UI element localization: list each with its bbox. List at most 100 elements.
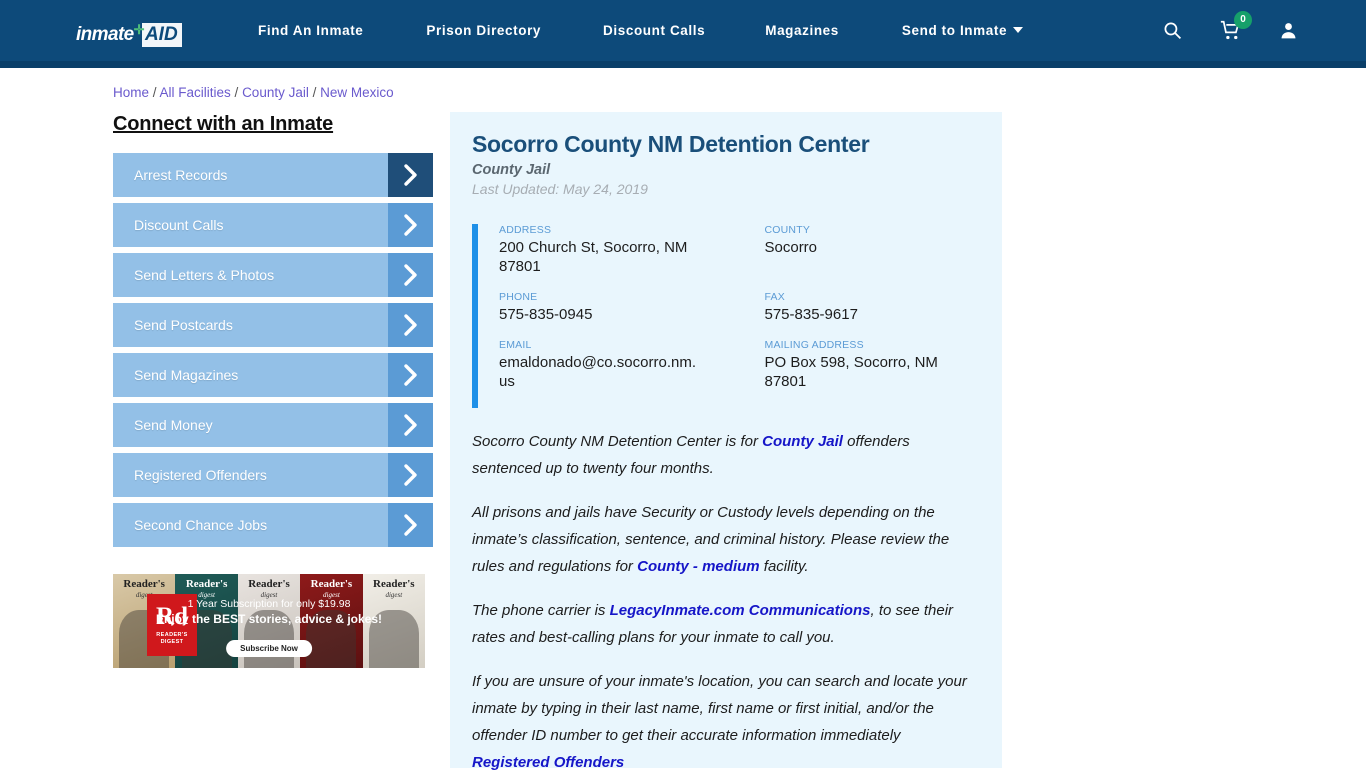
info-field-fax: FAX 575-835-9617 <box>741 291 983 324</box>
logo-text-aid: AID <box>141 23 182 47</box>
info-label: EMAIL <box>499 339 532 351</box>
info-value: emaldonado@co.socorro.nm.us <box>499 354 696 390</box>
sidebar-item-label: Send Magazines <box>134 367 239 383</box>
sidebar-item-send-letters-photos[interactable]: Send Letters & Photos <box>113 253 433 297</box>
sidebar-item-registered-offenders[interactable]: Registered Offenders <box>113 453 433 497</box>
link-county-medium[interactable]: County - medium <box>637 558 760 575</box>
ad-cover-title: Reader's <box>373 578 415 590</box>
paragraph-3: The phone carrier is LegacyInmate.com Co… <box>472 597 980 651</box>
chevron-right-icon <box>388 353 433 397</box>
breadcrumb-item-home[interactable]: Home <box>113 85 149 100</box>
advertisement-banner[interactable]: Reader's digest Reader's digest Reader's… <box>113 574 425 668</box>
sidebar-item-discount-calls[interactable]: Discount Calls <box>113 203 433 247</box>
breadcrumb-separator: / <box>149 85 160 100</box>
sidebar-item-arrest-records[interactable]: Arrest Records <box>113 153 433 197</box>
info-label: MAILING ADDRESS <box>764 339 864 351</box>
ad-cover-title: Reader's <box>123 578 165 590</box>
breadcrumb-separator: / <box>308 85 321 100</box>
nav-send-to-inmate-label: Send to Inmate <box>901 23 1008 38</box>
sidebar-list: Arrest Records Discount Calls Send Lette… <box>113 153 433 547</box>
info-field-county: COUNTY Socorro <box>741 224 983 276</box>
ad-brand-name: READER'S DIGEST <box>156 631 188 645</box>
chevron-right-icon <box>388 303 433 347</box>
breadcrumb: Home / All Facilities / County Jail / Ne… <box>113 85 394 100</box>
info-value: PO Box 598, Socorro, NM 87801 <box>764 354 938 390</box>
chevron-right-icon <box>388 153 433 197</box>
nav-magazines[interactable]: Magazines <box>765 23 839 38</box>
sidebar-item-send-money[interactable]: Send Money <box>113 403 433 447</box>
chevron-right-icon <box>388 253 433 297</box>
header-icon-group: 0 <box>1163 0 1298 61</box>
sidebar: Connect with an Inmate Arrest Records Di… <box>113 113 433 553</box>
facility-description: Socorro County NM Detention Center is fo… <box>472 428 980 776</box>
breadcrumb-item-new-mexico[interactable]: New Mexico <box>320 85 394 100</box>
search-icon[interactable] <box>1163 21 1182 40</box>
ad-cover-title: Reader's <box>248 578 290 590</box>
sidebar-item-label: Arrest Records <box>134 167 228 183</box>
p1-text-a: Socorro County NM Detention Center is fo… <box>472 433 763 450</box>
ad-cover-title: Reader's <box>185 578 228 590</box>
sidebar-item-label: Send Money <box>134 417 213 433</box>
paragraph-1: Socorro County NM Detention Center is fo… <box>472 428 980 482</box>
facility-detail-card: Socorro County NM Detention Center Count… <box>450 112 1002 771</box>
chevron-right-icon <box>388 503 433 547</box>
sidebar-item-second-chance-jobs[interactable]: Second Chance Jobs <box>113 503 433 547</box>
info-field-email: EMAIL emaldonado@co.socorro.nm.us <box>499 339 741 391</box>
sidebar-item-send-postcards[interactable]: Send Postcards <box>113 303 433 347</box>
breadcrumb-item-county-jail[interactable]: County Jail <box>242 85 309 100</box>
last-updated-text: Last Updated: May 24, 2019 <box>472 181 648 197</box>
info-label: PHONE <box>499 291 538 303</box>
p4-text-a: If you are unsure of your inmate's locat… <box>472 673 967 744</box>
info-label: FAX <box>764 291 785 303</box>
paragraph-2: All prisons and jails have Security or C… <box>472 499 980 580</box>
user-account-icon[interactable] <box>1279 21 1298 40</box>
chevron-right-icon <box>388 203 433 247</box>
info-value: Socorro <box>764 239 818 256</box>
info-field-address: ADDRESS 200 Church St, Socorro, NM 87801 <box>499 224 741 276</box>
logo-text-inmate: inmate <box>76 24 134 45</box>
link-county-jail[interactable]: County Jail <box>762 433 843 450</box>
info-field-phone: PHONE 575-835-0945 <box>499 291 741 324</box>
chevron-right-icon <box>388 453 433 497</box>
paragraph-4: If you are unsure of your inmate's locat… <box>472 668 980 776</box>
info-field-mailing-address: MAILING ADDRESS PO Box 598, Socorro, NM … <box>741 339 983 391</box>
ad-headline: 1 Year Subscription for only $19.98 <box>187 598 351 610</box>
info-label: ADDRESS <box>499 224 552 236</box>
info-label: COUNTY <box>764 224 811 236</box>
nav-find-an-inmate[interactable]: Find An Inmate <box>258 23 363 38</box>
chevron-down-icon <box>1013 27 1024 33</box>
chevron-right-icon <box>388 403 433 447</box>
breadcrumb-item-all-facilities[interactable]: All Facilities <box>160 85 231 100</box>
sidebar-item-label: Second Chance Jobs <box>134 517 268 533</box>
info-value: 575-835-9617 <box>764 306 858 323</box>
link-registered-offenders[interactable]: Registered Offenders <box>472 754 624 771</box>
ad-subheadline: Enjoy the BEST stories, advice & jokes! <box>155 612 383 626</box>
sidebar-item-send-magazines[interactable]: Send Magazines <box>113 353 433 397</box>
ad-cover-title: Reader's <box>310 578 353 590</box>
ad-copy: 1 Year Subscription for only $19.98 Enjo… <box>113 598 425 626</box>
nav-prison-directory[interactable]: Prison Directory <box>426 23 541 38</box>
shopping-cart-icon[interactable]: 0 <box>1220 11 1252 41</box>
sidebar-title: Connect with an Inmate <box>113 113 334 135</box>
facility-info-grid: ADDRESS 200 Church St, Socorro, NM 87801… <box>472 224 983 408</box>
facility-type: County Jail <box>472 162 551 178</box>
ad-subscribe-button[interactable]: Subscribe Now <box>226 640 312 657</box>
info-value: 575-835-0945 <box>499 306 593 323</box>
sidebar-item-label: Send Postcards <box>134 317 233 333</box>
site-header: inmate ✛ AID Find An Inmate Prison Direc… <box>0 0 1366 68</box>
sidebar-item-label: Send Letters & Photos <box>134 267 275 283</box>
p2-text-b: facility. <box>759 558 809 575</box>
cart-count-badge: 0 <box>1234 11 1252 29</box>
link-legacyinmate-communications[interactable]: LegacyInmate.com Communications <box>610 602 871 619</box>
info-value: 200 Church St, Socorro, NM 87801 <box>499 239 688 275</box>
main-navigation: Find An Inmate Prison Directory Discount… <box>258 0 1024 61</box>
breadcrumb-separator: / <box>230 85 243 100</box>
nav-send-to-inmate[interactable]: Send to Inmate <box>901 23 1024 38</box>
site-logo[interactable]: inmate ✛ AID <box>76 22 186 47</box>
page-title: Socorro County NM Detention Center <box>472 131 870 157</box>
nav-discount-calls[interactable]: Discount Calls <box>603 23 705 38</box>
logo-plus-icon: ✛ <box>133 22 145 37</box>
p3-text-a: The phone carrier is <box>472 602 610 619</box>
sidebar-item-label: Registered Offenders <box>134 467 267 483</box>
sidebar-item-label: Discount Calls <box>134 217 224 233</box>
